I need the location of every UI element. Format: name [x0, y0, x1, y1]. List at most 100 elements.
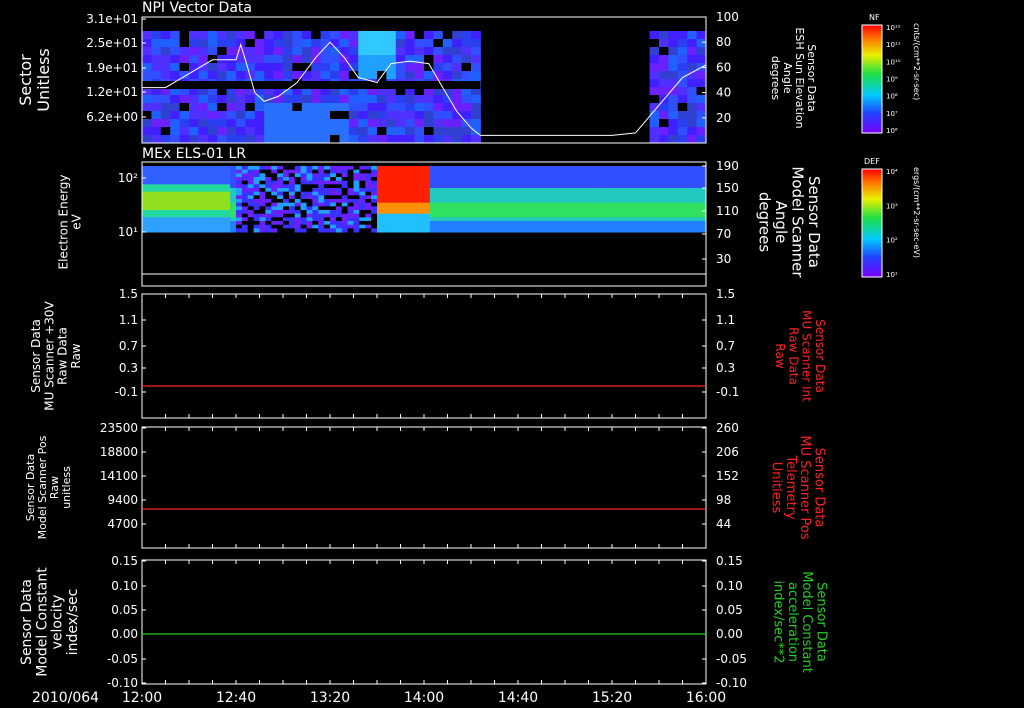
- els-heat-cell: [682, 188, 689, 193]
- els-heat-cell: [159, 221, 166, 226]
- els-heat-cell: [641, 191, 648, 196]
- npi-heat-cell: [254, 55, 265, 64]
- npi-heat-cell: [236, 127, 246, 136]
- npi-heat-cell: [292, 95, 303, 104]
- npi-heat-cell: [254, 31, 265, 40]
- npi-heat-cell: [668, 39, 679, 48]
- els-heat-cell: [353, 213, 360, 218]
- els-heat-cell: [189, 173, 196, 178]
- els-heat-cell: [218, 199, 225, 204]
- npi-heat-cell: [649, 135, 660, 144]
- els-heat-cell: [453, 206, 460, 211]
- els-heat-cell: [453, 180, 460, 185]
- els-heat-cell: [418, 166, 425, 171]
- els-heat-cell: [271, 173, 278, 178]
- els-heat-cell: [153, 213, 161, 218]
- els-heat-cell: [418, 213, 425, 218]
- els-heat-cell: [218, 206, 225, 211]
- els-heat-cell: [647, 202, 654, 207]
- els-heat-cell: [236, 210, 243, 215]
- els-heat-cell: [165, 184, 172, 189]
- els-heat-cell: [412, 166, 419, 171]
- els-ylabel-right-text-line: Model Scanner: [788, 166, 806, 278]
- els-heat-cell: [476, 224, 484, 229]
- els-heat-cell: [359, 188, 366, 193]
- els-heat-cell: [435, 199, 443, 204]
- npi-heat-cell: [179, 119, 190, 128]
- els-heat-cell: [694, 173, 701, 178]
- npi-heat-cell: [264, 103, 275, 112]
- els-heat-cell: [312, 199, 319, 204]
- els-heat-cell: [147, 191, 155, 196]
- els-heat-cell: [388, 188, 396, 193]
- p4-left-tick-label: 23500: [100, 421, 138, 435]
- npi-heat-cell: [348, 103, 359, 112]
- els-heat-cell: [541, 188, 548, 193]
- els-heat-cell: [471, 166, 478, 171]
- npi-heat-cell: [292, 39, 303, 48]
- els-heatmap: [142, 162, 707, 286]
- els-heat-cell: [582, 184, 589, 189]
- npi-heat-cell: [142, 31, 152, 40]
- els-heat-cell: [271, 224, 278, 229]
- els-heat-cell: [265, 221, 272, 226]
- npi-heat-cell: [348, 111, 359, 120]
- els-heat-cell: [476, 210, 484, 215]
- els-heat-cell: [259, 180, 266, 185]
- els-heat-cell: [459, 180, 466, 185]
- els-heat-cell: [694, 210, 701, 215]
- els-heat-cell: [159, 173, 166, 178]
- npi-heat-cell: [348, 47, 359, 56]
- els-heat-cell: [359, 224, 366, 229]
- els-heat-cell: [330, 228, 337, 233]
- els-heat-cell: [518, 224, 525, 229]
- els-heat-cell: [429, 173, 437, 178]
- els-heat-cell: [147, 206, 155, 211]
- els-heat-cell: [200, 191, 208, 196]
- npi-heat-cell: [189, 103, 199, 112]
- els-heat-cell: [612, 166, 619, 171]
- els-heat-cell: [653, 221, 660, 226]
- els-heat-cell: [206, 166, 213, 171]
- els-heat-cell: [424, 166, 431, 171]
- els-heat-cell: [271, 213, 278, 218]
- npi-heat-cell: [198, 31, 209, 40]
- els-heat-cell: [241, 221, 249, 226]
- els-heat-cell: [541, 217, 548, 222]
- npi-heat-cell: [339, 103, 350, 112]
- els-heat-cell: [247, 210, 255, 215]
- els-heat-cell: [664, 169, 672, 174]
- els-heat-cell: [459, 166, 466, 171]
- npi-heat-cell: [433, 135, 444, 144]
- npi-heat-cell: [207, 127, 218, 136]
- els-heat-cell: [494, 221, 501, 226]
- npi-heat-cell: [668, 55, 679, 64]
- els-heat-cell: [565, 191, 572, 196]
- els-heat-cell: [488, 173, 495, 178]
- els-heat-cell: [359, 199, 366, 204]
- p3-left-tick-label: 1.1: [119, 313, 138, 327]
- els-heat-cell: [541, 213, 548, 218]
- els-heat-cell: [518, 195, 525, 200]
- els-heat-cell: [265, 213, 272, 218]
- npi-heat-cell: [367, 103, 378, 112]
- els-heat-cell: [206, 173, 213, 178]
- els-heat-cell: [635, 180, 642, 185]
- els-heat-cell: [183, 169, 190, 174]
- els-heat-cell: [165, 169, 172, 174]
- els-heat-cell: [547, 191, 554, 196]
- els-heat-cell: [353, 188, 360, 193]
- npi-heat-cell: [452, 103, 463, 112]
- els-heat-cell: [447, 169, 454, 174]
- els-heat-cell: [324, 166, 331, 171]
- npi-heat-cell: [151, 71, 162, 80]
- npi-heat-cell: [405, 31, 416, 40]
- els-heat-cell: [236, 224, 243, 229]
- els-heat-cell: [447, 180, 454, 185]
- els-heat-cell: [365, 210, 372, 215]
- npi-heat-cell: [170, 127, 181, 136]
- els-heat-cell: [265, 173, 272, 178]
- els-heat-cell: [177, 202, 184, 207]
- npi-heat-cell: [160, 55, 171, 64]
- els-heat-cell: [212, 221, 219, 226]
